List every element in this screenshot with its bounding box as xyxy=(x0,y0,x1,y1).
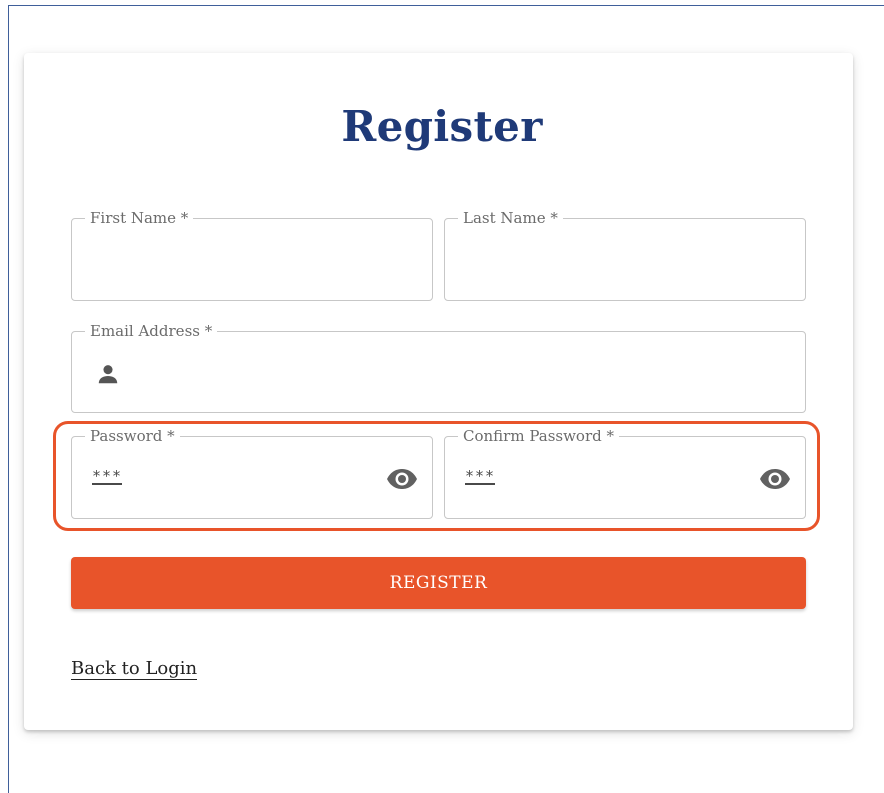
confirm-password-value[interactable]: *** xyxy=(465,469,496,485)
register-button[interactable]: REGISTER xyxy=(71,557,806,609)
frame-border-top xyxy=(8,5,884,6)
eye-icon[interactable] xyxy=(386,468,418,490)
password-value[interactable]: *** xyxy=(92,469,123,485)
password-field[interactable]: Password * *** xyxy=(71,426,433,519)
last-name-input[interactable] xyxy=(445,219,805,300)
password-outline xyxy=(71,436,433,519)
last-name-field[interactable]: Last Name * xyxy=(444,208,806,301)
confirm-password-label: Confirm Password * xyxy=(458,426,620,446)
confirm-password-field[interactable]: Confirm Password * *** xyxy=(444,426,806,519)
confirm-password-outline xyxy=(444,436,806,519)
first-name-input[interactable] xyxy=(72,219,432,300)
first-name-field[interactable]: First Name * xyxy=(71,208,433,301)
eye-icon[interactable] xyxy=(759,468,791,490)
back-to-login-link[interactable]: Back to Login xyxy=(71,659,198,680)
email-input[interactable] xyxy=(72,332,805,412)
password-label: Password * xyxy=(85,426,180,446)
email-field[interactable]: Email Address * xyxy=(71,321,806,413)
page-title: Register xyxy=(341,102,543,151)
